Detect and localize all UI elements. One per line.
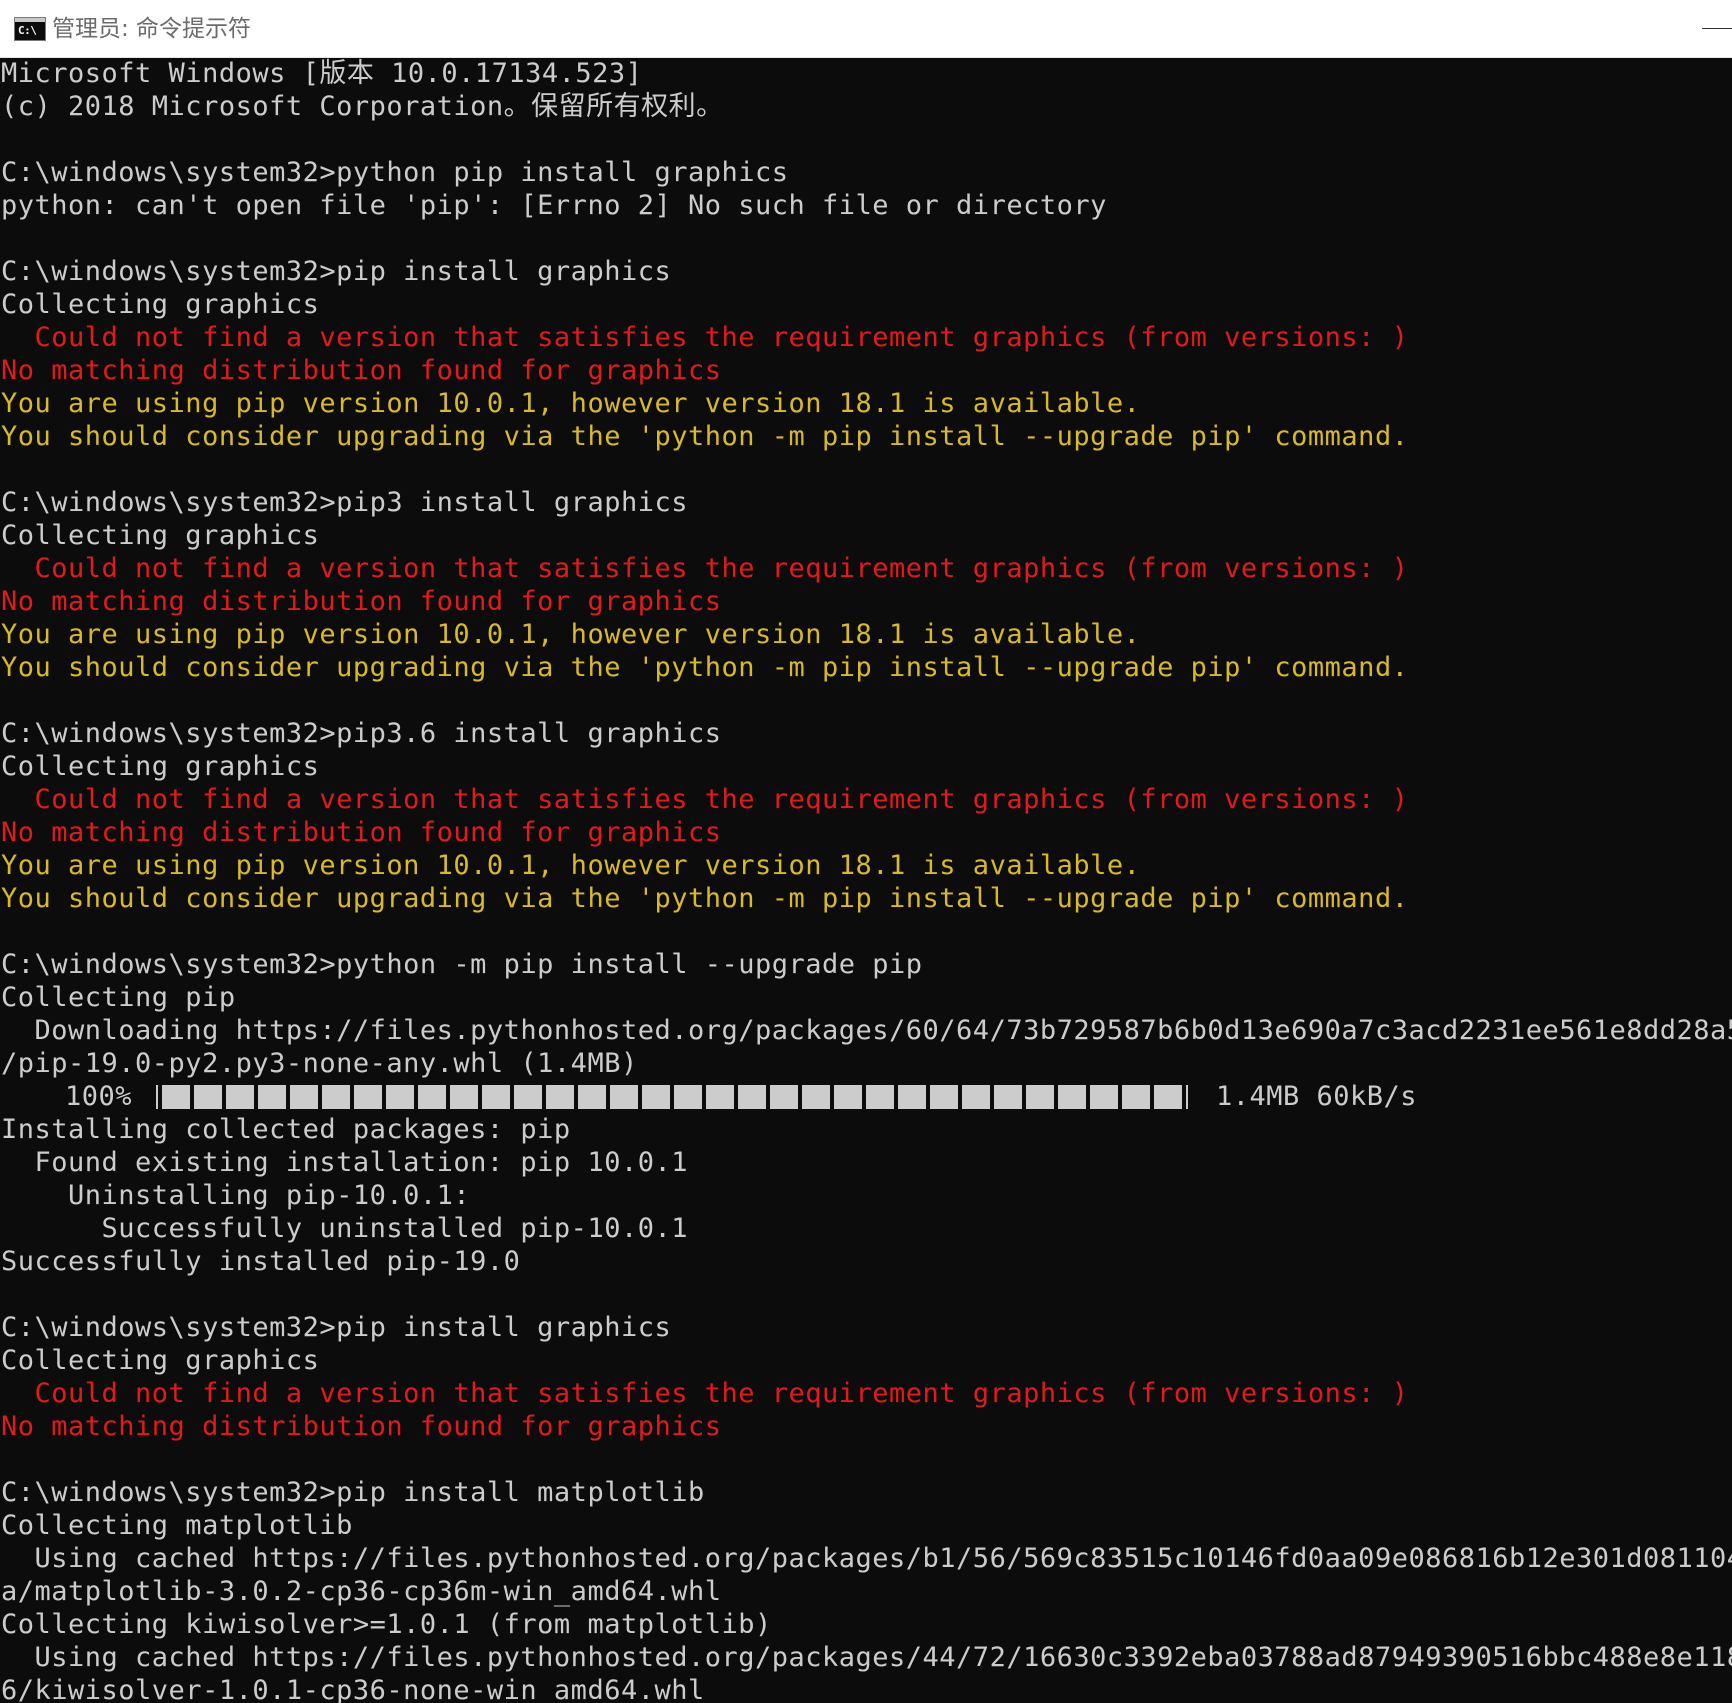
error-line: No matching distribution found for graph… [1, 586, 722, 617]
progress-segment [322, 1085, 350, 1109]
error-line: Could not find a version that satisfies … [1, 322, 1409, 353]
progress-segment [866, 1085, 894, 1109]
error-line: Could not find a version that satisfies … [1, 1378, 1409, 1409]
warning-line: You should consider upgrading via the 'p… [1, 652, 1409, 683]
console-app-icon-label: C:\ [18, 24, 37, 37]
progress-segment [610, 1085, 638, 1109]
progress-segment [226, 1085, 254, 1109]
output-line: Collecting matplotlib [1, 1510, 353, 1541]
output-line: Uninstalling pip-10.0.1: [1, 1180, 471, 1211]
console-output[interactable]: Microsoft Windows [版本 10.0.17134.523] (c)… [0, 57, 1732, 1703]
output-line: Found existing installation: pip 10.0.1 [1, 1147, 688, 1178]
progress-segment [258, 1085, 286, 1109]
progress-segment [578, 1085, 606, 1109]
command-prompt-line: C:\windows\system32>pip install matplotl… [1, 1477, 705, 1508]
output-line: Collecting graphics [1, 520, 320, 551]
error-line: No matching distribution found for graph… [1, 817, 722, 848]
progress-segment [450, 1085, 478, 1109]
output-line: Installing collected packages: pip [1, 1114, 571, 1145]
output-line: Successfully uninstalled pip-10.0.1 [1, 1213, 688, 1244]
progress-segment [418, 1085, 446, 1109]
warning-line: You are using pip version 10.0.1, howeve… [1, 388, 1141, 419]
output-line: Collecting graphics [1, 751, 320, 782]
error-line: Could not find a version that satisfies … [1, 784, 1409, 815]
progress-fill [162, 1085, 1182, 1109]
progress-segment [1026, 1085, 1054, 1109]
output-line: Downloading https://files.pythonhosted.o… [1, 1015, 1732, 1046]
progress-segment [706, 1085, 734, 1109]
progress-segment [834, 1085, 862, 1109]
progress-segment [1122, 1085, 1150, 1109]
warning-line: You should consider upgrading via the 'p… [1, 883, 1409, 914]
output-line: python: can't open file 'pip': [Errno 2]… [1, 190, 1107, 221]
error-line: No matching distribution found for graph… [1, 355, 722, 386]
progress-segment [386, 1085, 414, 1109]
output-line: Successfully installed pip-19.0 [1, 1246, 521, 1277]
error-line: No matching distribution found for graph… [1, 1411, 722, 1442]
output-line: Collecting graphics [1, 1345, 320, 1376]
output-line: /pip-19.0-py2.py3-none-any.whl (1.4MB) [1, 1048, 638, 1079]
progress-segment [482, 1085, 510, 1109]
progress-segment [898, 1085, 926, 1109]
progress-segment [546, 1085, 574, 1109]
command-prompt-line: C:\windows\system32>pip3.6 install graph… [1, 718, 722, 749]
progress-segment [1154, 1085, 1182, 1109]
window-title: 管理员: 命令提示符 [52, 16, 252, 42]
progress-segment [354, 1085, 382, 1109]
title-bar[interactable]: C:\ 管理员: 命令提示符 [0, 0, 1732, 58]
progress-segment [1090, 1085, 1118, 1109]
minimize-button[interactable] [1692, 0, 1732, 56]
output-line: 6/kiwisolver-1.0.1-cp36-none-win_amd64.w… [1, 1675, 705, 1703]
download-rate: 1.4MB 60kB/s [1216, 1081, 1418, 1112]
command-prompt-line: C:\windows\system32>pip install graphics [1, 256, 672, 287]
download-progress-bar [156, 1085, 1188, 1109]
output-line: Using cached https://files.pythonhosted.… [1, 1543, 1732, 1574]
progress-percent: 100% [65, 1081, 133, 1112]
progress-segment [994, 1085, 1022, 1109]
command-prompt-line: C:\windows\system32>pip3 install graphic… [1, 487, 688, 518]
progress-segment [930, 1085, 958, 1109]
progress-segment [1058, 1085, 1086, 1109]
warning-line: You are using pip version 10.0.1, howeve… [1, 850, 1141, 881]
output-line: Collecting kiwisolver>=1.0.1 (from matpl… [1, 1609, 772, 1640]
progress-segment [962, 1085, 990, 1109]
progress-segment [674, 1085, 702, 1109]
command-prompt-line: C:\windows\system32>pip install graphics [1, 1312, 672, 1343]
error-line: Could not find a version that satisfies … [1, 553, 1409, 584]
output-line: a/matplotlib-3.0.2-cp36-cp36m-win_amd64.… [1, 1576, 722, 1607]
output-line: Microsoft Windows [版本 10.0.17134.523] [1, 58, 643, 89]
progress-segment [770, 1085, 798, 1109]
warning-line: You are using pip version 10.0.1, howeve… [1, 619, 1141, 650]
console-app-icon: C:\ [14, 17, 46, 41]
download-progress-row: 100% 1.4MB 60kB/s [0, 1080, 1732, 1113]
output-line: Using cached https://files.pythonhosted.… [1, 1642, 1732, 1673]
progress-segment [162, 1085, 190, 1109]
command-prompt-line: C:\windows\system32>python pip install g… [1, 157, 789, 188]
output-line: Collecting pip [1, 982, 236, 1013]
command-prompt-window: C:\ 管理员: 命令提示符 Microsoft Windows [版本 10.… [0, 0, 1732, 1703]
progress-segment [642, 1085, 670, 1109]
output-line: Collecting graphics [1, 289, 320, 320]
progress-segment [290, 1085, 318, 1109]
output-line: (c) 2018 Microsoft Corporation。保留所有权利。 [1, 91, 724, 122]
command-prompt-line: C:\windows\system32>python -m pip instal… [1, 949, 923, 980]
progress-segment [194, 1085, 222, 1109]
progress-segment [802, 1085, 830, 1109]
progress-segment [514, 1085, 542, 1109]
progress-segment [738, 1085, 766, 1109]
warning-line: You should consider upgrading via the 'p… [1, 421, 1409, 452]
